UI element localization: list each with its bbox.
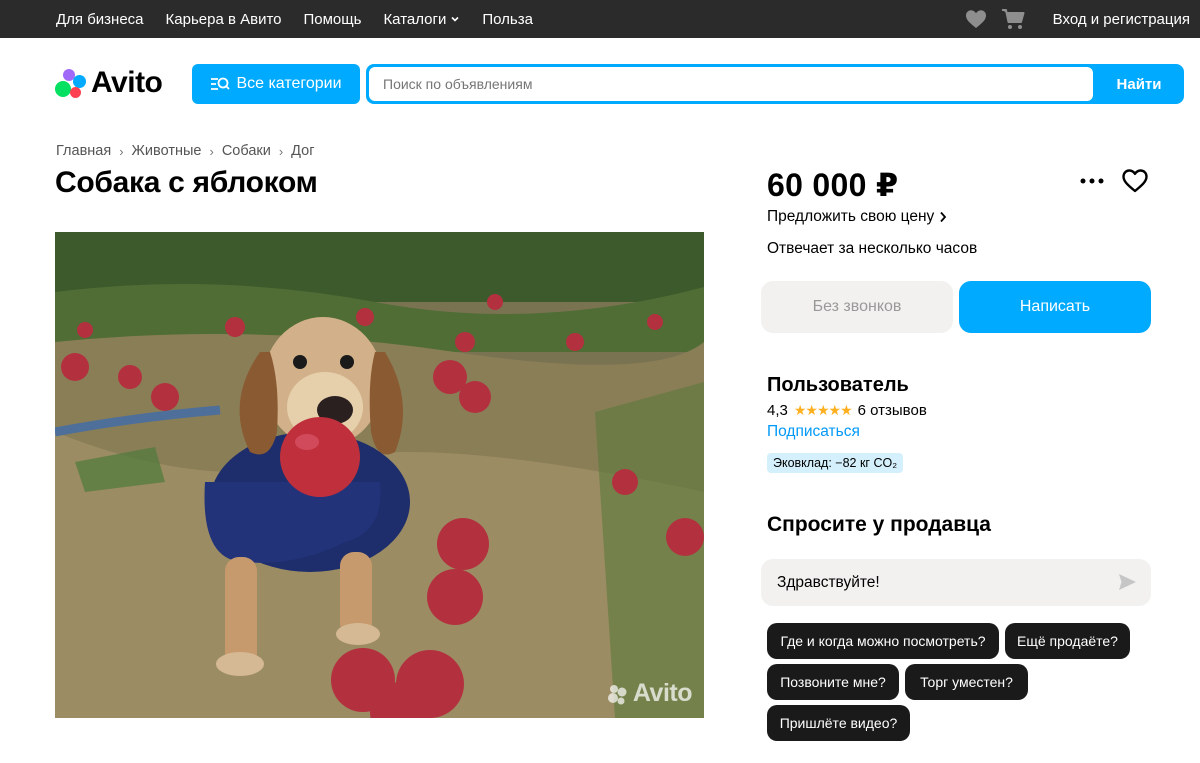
- listing-price: 60 000 ₽: [767, 167, 899, 203]
- offer-price-link[interactable]: Предложить свою цену: [767, 208, 947, 226]
- rating-value: 4,3: [767, 402, 788, 419]
- quick-question-chip[interactable]: Где и когда можно посмотреть?: [767, 623, 999, 659]
- seller-rating: 4,3 ★★★★★ 6 отзывов: [767, 402, 927, 419]
- message-box: Здравствуйте!: [761, 559, 1151, 606]
- top-link-catalogs[interactable]: Каталоги: [383, 11, 460, 28]
- all-categories-button[interactable]: Все категории: [192, 64, 360, 104]
- reviews-link[interactable]: 6 отзывов: [858, 402, 927, 419]
- logo-text: Avito: [91, 66, 163, 99]
- response-time: Отвечает за несколько часов: [767, 240, 978, 257]
- top-link-help[interactable]: Помощь: [304, 11, 362, 28]
- breadcrumb-separator-icon: ›: [209, 143, 214, 159]
- quick-question-chip[interactable]: Позвоните мне?: [767, 664, 899, 700]
- top-link-business[interactable]: Для бизнеса: [56, 11, 144, 28]
- avito-watermark-icon: [607, 684, 627, 704]
- listing-title: Собака с яблоком: [55, 166, 318, 199]
- listing-photo[interactable]: Avito: [55, 232, 704, 718]
- top-links: Для бизнеса Карьера в Авито Помощь Катал…: [56, 0, 533, 38]
- quick-question-chip[interactable]: Пришлёте видео?: [767, 705, 910, 741]
- favorite-heart-icon[interactable]: [1121, 167, 1149, 195]
- quick-question-chip[interactable]: Торг уместен?: [905, 664, 1028, 700]
- breadcrumb: Главная › Животные › Собаки › Дог: [56, 143, 315, 159]
- breadcrumb-separator-icon: ›: [278, 143, 284, 159]
- quick-question-chip[interactable]: Ещё продаёте?: [1005, 623, 1130, 659]
- send-icon[interactable]: [1117, 572, 1137, 592]
- search-bar: Поиск по объявлениям Найти: [366, 64, 1184, 104]
- offer-price-label: Предложить свою цену: [767, 208, 935, 225]
- rating-stars-icon: ★★★★★: [793, 402, 853, 418]
- cart-icon[interactable]: [1001, 8, 1025, 30]
- chevron-right-icon: [940, 211, 947, 223]
- breadcrumb-home[interactable]: Главная: [56, 143, 111, 159]
- login-link[interactable]: Вход и регистрация: [1053, 11, 1190, 28]
- search-input[interactable]: Поиск по объявлениям: [369, 67, 1093, 101]
- ask-seller-title: Спросите у продавца: [767, 513, 991, 536]
- avito-logo[interactable]: Avito: [55, 66, 163, 100]
- subscribe-link[interactable]: Подписаться: [767, 423, 860, 441]
- eco-badge[interactable]: Эковклад: −82 кг CO₂: [767, 453, 904, 473]
- search-button[interactable]: Найти: [1094, 64, 1184, 104]
- breadcrumb-dog-breed[interactable]: Дог: [291, 143, 314, 159]
- seller-name[interactable]: Пользователь: [767, 374, 909, 397]
- watermark-text: Avito: [632, 679, 693, 707]
- no-calls-button[interactable]: Без звонков: [761, 281, 953, 333]
- chevron-down-icon: [451, 16, 459, 22]
- dog-with-apple-image: [55, 232, 704, 718]
- categories-search-icon: [211, 77, 231, 90]
- write-message-button[interactable]: Написать: [959, 281, 1151, 333]
- top-right-actions: Вход и регистрация: [965, 0, 1190, 38]
- top-navigation-bar: Для бизнеса Карьера в Авито Помощь Катал…: [0, 0, 1200, 38]
- more-options-icon[interactable]: [1078, 170, 1106, 190]
- photo-watermark: Avito: [607, 679, 693, 708]
- logo-dots-icon: [55, 67, 87, 99]
- top-link-benefit[interactable]: Польза: [482, 11, 533, 28]
- breadcrumb-separator-icon: ›: [119, 143, 124, 159]
- breadcrumb-dogs[interactable]: Собаки: [222, 143, 271, 159]
- heart-icon[interactable]: [965, 9, 987, 29]
- top-link-catalogs-label: Каталоги: [383, 10, 447, 28]
- top-link-career[interactable]: Карьера в Авито: [166, 11, 282, 28]
- message-input[interactable]: Здравствуйте!: [777, 559, 880, 606]
- all-categories-label: Все категории: [236, 75, 342, 92]
- breadcrumb-animals[interactable]: Животные: [132, 143, 202, 159]
